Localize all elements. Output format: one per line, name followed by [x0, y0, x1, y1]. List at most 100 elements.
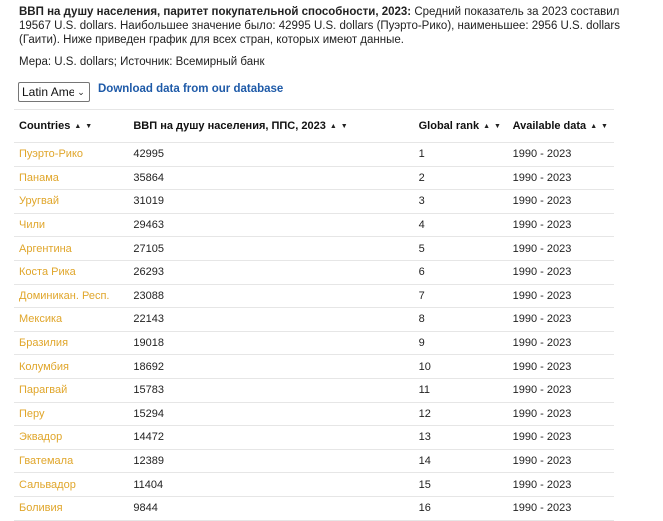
download-data-link[interactable]: Download data from our database — [98, 83, 283, 95]
country-link[interactable]: Уругвай — [14, 189, 129, 214]
gdp-value: 12389 — [128, 449, 414, 474]
available-data-value: 1990 - 2023 — [507, 260, 614, 285]
table-row: Парагвай 15783 11 1990 - 2023 — [14, 378, 614, 403]
region-select[interactable]: Latin Ameri ⌄ — [18, 82, 90, 102]
available-data-value: 1990 - 2023 — [507, 449, 614, 474]
table-row: Чили 29463 4 1990 - 2023 — [14, 213, 614, 238]
country-link[interactable]: Доминикан. Респ. — [14, 284, 129, 309]
sort-icon[interactable]: ▲ ▼ — [590, 123, 609, 130]
available-data-value: 1990 - 2023 — [507, 354, 614, 379]
country-link[interactable]: Колумбия — [14, 354, 129, 379]
table-row: Сальвадор 11404 15 1990 - 2023 — [14, 472, 614, 497]
gdp-value: 31019 — [128, 189, 414, 214]
rank-value: 16 — [413, 496, 508, 521]
rank-value: 12 — [413, 402, 508, 427]
available-data-value: 1990 - 2023 — [507, 307, 614, 332]
column-header-gdp[interactable]: ВВП на душу населения, ППС, 2023 ▲ ▼ — [128, 109, 414, 143]
measure-source-line: Мера: U.S. dollars; Источник: Всемирный … — [19, 56, 265, 68]
country-link[interactable]: Аргентина — [14, 236, 129, 261]
country-link[interactable]: Чили — [14, 213, 129, 238]
rank-value: 7 — [413, 284, 508, 309]
chevron-down-icon: ⌄ — [77, 87, 85, 97]
gdp-value: 22143 — [128, 307, 414, 332]
gdp-value: 19018 — [128, 331, 414, 356]
available-data-value: 1990 - 2023 — [507, 236, 614, 261]
sort-icon[interactable]: ▲ ▼ — [330, 123, 349, 130]
gdp-value: 18692 — [128, 354, 414, 379]
table-row: Гватемала 12389 14 1990 - 2023 — [14, 449, 614, 474]
country-link[interactable]: Эквадор — [14, 425, 129, 450]
gdp-value: 27105 — [128, 236, 414, 261]
gdp-value: 29463 — [128, 213, 414, 238]
available-data-value: 1990 - 2023 — [507, 189, 614, 214]
sort-icon[interactable]: ▲ ▼ — [74, 123, 93, 130]
column-header-label: Global rank — [418, 120, 480, 132]
available-data-value: 1990 - 2023 — [507, 378, 614, 403]
rank-value: 3 — [413, 189, 508, 214]
table-row: Бразилия 19018 9 1990 - 2023 — [14, 331, 614, 356]
gdp-value: 42995 — [128, 142, 414, 167]
rank-value: 8 — [413, 307, 508, 332]
rank-value: 2 — [413, 166, 508, 191]
intro-title: ВВП на душу населения, паритет покупател… — [19, 6, 412, 18]
table-row: Мексика 22143 8 1990 - 2023 — [14, 307, 614, 332]
column-header-countries[interactable]: Countries ▲ ▼ — [14, 109, 129, 143]
available-data-value: 1990 - 2023 — [507, 402, 614, 427]
table-header-row: Countries ▲ ▼ ВВП на душу населения, ППС,… — [14, 109, 614, 143]
available-data-value: 1990 - 2023 — [507, 496, 614, 521]
column-header-available-data[interactable]: Available data ▲ ▼ — [507, 109, 614, 143]
gdp-value: 15294 — [128, 402, 414, 427]
rank-value: 14 — [413, 449, 508, 474]
available-data-value: 1990 - 2023 — [507, 425, 614, 450]
column-header-label: ВВП на душу населения, ППС, 2023 — [133, 120, 326, 132]
rank-value: 1 — [413, 142, 508, 167]
country-link[interactable]: Гватемала — [14, 449, 129, 474]
country-link[interactable]: Перу — [14, 402, 129, 427]
gdp-value: 23088 — [128, 284, 414, 309]
table-row: Боливия 9844 16 1990 - 2023 — [14, 496, 614, 521]
country-link[interactable]: Боливия — [14, 496, 129, 521]
table-row: Коста Рика 26293 6 1990 - 2023 — [14, 260, 614, 285]
country-link[interactable]: Панама — [14, 166, 129, 191]
table-row: Перу 15294 12 1990 - 2023 — [14, 402, 614, 427]
available-data-value: 1990 - 2023 — [507, 142, 614, 167]
available-data-value: 1990 - 2023 — [507, 472, 614, 497]
table-row: Панама 35864 2 1990 - 2023 — [14, 166, 614, 191]
sort-icon[interactable]: ▲ ▼ — [483, 123, 502, 130]
country-link[interactable]: Мексика — [14, 307, 129, 332]
rank-value: 5 — [413, 236, 508, 261]
table-row: Доминикан. Респ. 23088 7 1990 - 2023 — [14, 284, 614, 309]
country-link[interactable]: Бразилия — [14, 331, 129, 356]
table-row: Колумбия 18692 10 1990 - 2023 — [14, 354, 614, 379]
available-data-value: 1990 - 2023 — [507, 284, 614, 309]
rank-value: 4 — [413, 213, 508, 238]
rank-value: 10 — [413, 354, 508, 379]
table-row: Пуэрто-Рико 42995 1 1990 - 2023 — [14, 142, 614, 167]
region-select-value: Latin Ameri — [22, 85, 74, 99]
gdp-value: 9844 — [128, 496, 414, 521]
rank-value: 15 — [413, 472, 508, 497]
available-data-value: 1990 - 2023 — [507, 331, 614, 356]
gdp-value: 14472 — [128, 425, 414, 450]
rank-value: 11 — [413, 378, 508, 403]
column-header-label: Available data — [512, 120, 587, 132]
intro-paragraph: ВВП на душу населения, паритет покупател… — [19, 5, 644, 47]
available-data-value: 1990 - 2023 — [507, 166, 614, 191]
country-link[interactable]: Сальвадор — [14, 472, 129, 497]
available-data-value: 1990 - 2023 — [507, 213, 614, 238]
rank-value: 13 — [413, 425, 508, 450]
country-link[interactable]: Коста Рика — [14, 260, 129, 285]
gdp-value: 35864 — [128, 166, 414, 191]
gdp-value: 11404 — [128, 472, 414, 497]
table-row: Уругвай 31019 3 1990 - 2023 — [14, 189, 614, 214]
rank-value: 6 — [413, 260, 508, 285]
table-row: Эквадор 14472 13 1990 - 2023 — [14, 425, 614, 450]
column-header-label: Countries — [19, 120, 71, 132]
country-link[interactable]: Пуэрто-Рико — [14, 142, 129, 167]
table-row: Аргентина 27105 5 1990 - 2023 — [14, 236, 614, 261]
rank-value: 9 — [413, 331, 508, 356]
gdp-value: 15783 — [128, 378, 414, 403]
column-header-global-rank[interactable]: Global rank ▲ ▼ — [413, 109, 508, 143]
country-link[interactable]: Парагвай — [14, 378, 129, 403]
data-table: Countries ▲ ▼ ВВП на душу населения, ППС,… — [14, 109, 614, 521]
